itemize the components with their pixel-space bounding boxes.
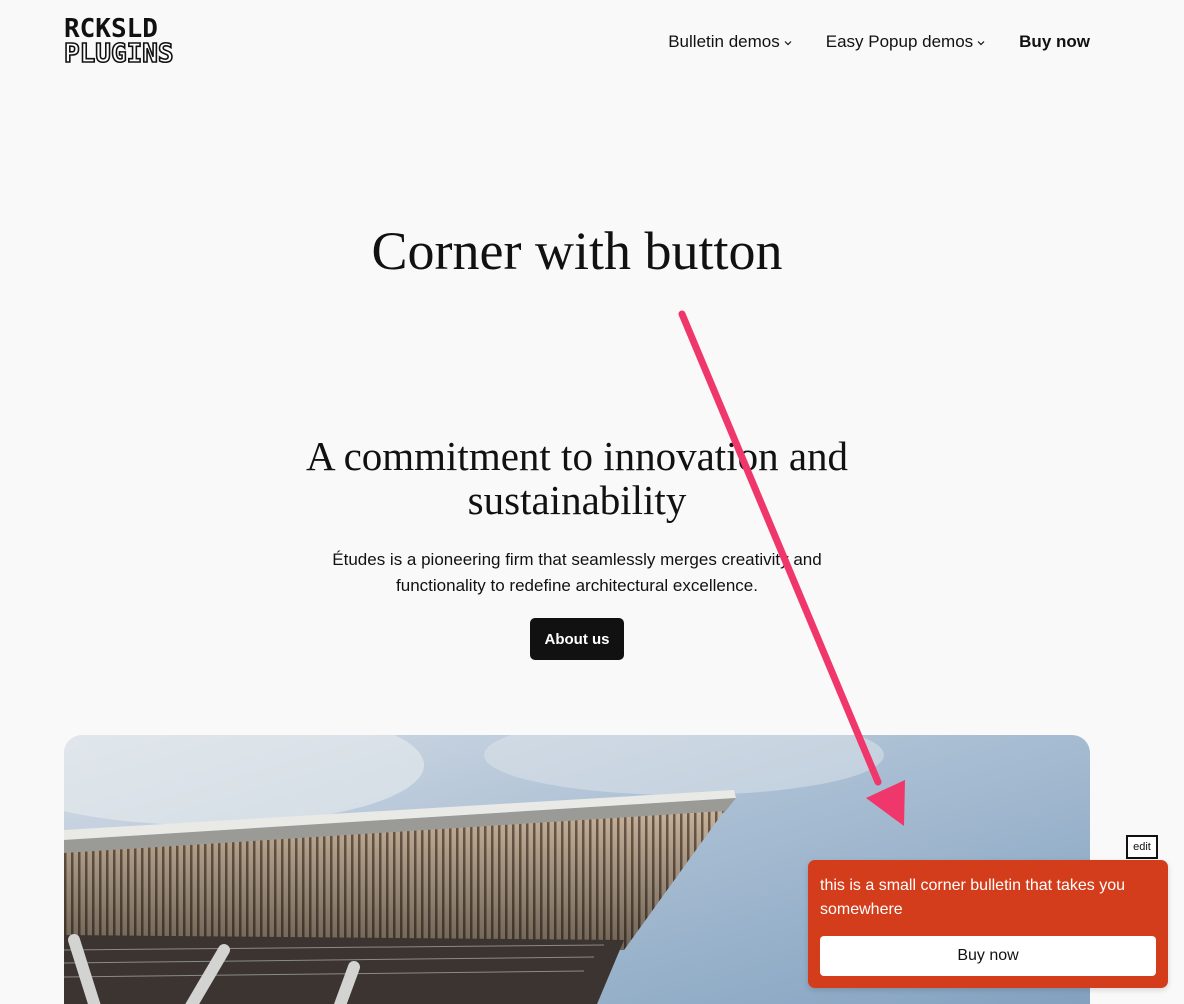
edit-button[interactable]: edit xyxy=(1126,835,1158,859)
nav-easy-popup-demos[interactable]: Easy Popup demos xyxy=(826,32,986,52)
nav-buy-now[interactable]: Buy now xyxy=(1019,32,1090,52)
main-navigation: Bulletin demos Easy Popup demos Buy now xyxy=(668,32,1090,52)
chevron-down-icon xyxy=(784,41,792,46)
site-logo[interactable]: RCKSLD PLUGINS xyxy=(63,14,174,69)
corner-bulletin: this is a small corner bulletin that tak… xyxy=(808,860,1168,988)
chevron-down-icon xyxy=(977,41,985,46)
bulletin-buy-now-button[interactable]: Buy now xyxy=(820,936,1156,976)
intro-paragraph: Études is a pioneering firm that seamles… xyxy=(277,547,877,599)
page: RCKSLD PLUGINS Bulletin demos Easy Popup… xyxy=(0,0,1184,1004)
page-title: Corner with button xyxy=(371,221,783,281)
logo-wordmark-bottom: PLUGINS xyxy=(63,39,174,69)
nav-buy-now-label: Buy now xyxy=(1019,32,1090,51)
intro-line-2: functionality to redefine architectural … xyxy=(396,576,758,595)
nav-easy-popup-demos-label: Easy Popup demos xyxy=(825,32,974,51)
logo-wordmark-top: RCKSLD xyxy=(64,14,158,44)
nav-bulletin-demos-label: Bulletin demos xyxy=(668,32,780,51)
nav-bulletin-demos[interactable]: Bulletin demos xyxy=(668,32,793,52)
intro-line-1: Études is a pioneering firm that seamles… xyxy=(332,550,822,569)
section-heading: A commitment to innovation and sustainab… xyxy=(277,434,877,522)
bulletin-message: this is a small corner bulletin that tak… xyxy=(820,877,1126,918)
section-heading-line-2: sustainability xyxy=(467,477,687,523)
about-us-button[interactable]: About us xyxy=(530,618,624,660)
section-heading-line-1: A commitment to innovation and xyxy=(305,433,849,479)
